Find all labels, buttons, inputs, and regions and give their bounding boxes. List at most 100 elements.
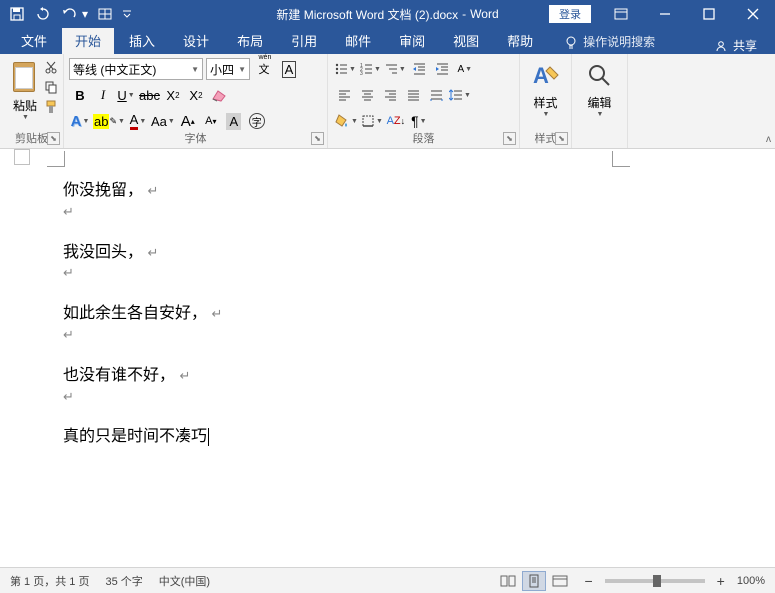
web-layout-icon[interactable] (548, 571, 572, 591)
table-icon[interactable] (94, 3, 116, 25)
tab-help[interactable]: 帮助 (494, 27, 546, 54)
underline-button[interactable]: U▼ (115, 84, 137, 106)
app-name: Word (470, 7, 498, 21)
tab-view[interactable]: 视图 (440, 27, 492, 54)
tab-selector[interactable] (14, 149, 30, 165)
paste-button[interactable]: 粘贴 ▼ (5, 59, 45, 121)
tab-references[interactable]: 引用 (278, 27, 330, 54)
styles-icon[interactable]: A (528, 58, 564, 94)
find-icon[interactable] (582, 58, 618, 94)
numbering-button[interactable]: 123▼ (358, 58, 382, 80)
word-count[interactable]: 35 个字 (105, 573, 142, 589)
font-name-combo[interactable]: 等线 (中文正文)▼ (69, 58, 203, 80)
chevron-down-icon: ▼ (543, 111, 550, 118)
document-body[interactable]: 你没挽留， ↵ ↵ 我没回头， ↵ ↵ 如此余生各自安好， ↵ ↵ 也没有谁不好… (63, 181, 222, 448)
align-right-icon[interactable] (379, 84, 401, 106)
minimize-icon[interactable] (643, 0, 687, 28)
text-line[interactable]: 真的只是时间不凑巧 (63, 428, 207, 445)
shrink-font-button[interactable]: A▾ (200, 110, 222, 132)
grow-font-button[interactable]: A▴ (177, 110, 199, 132)
show-marks-icon[interactable]: ¶▼ (408, 110, 430, 132)
chevron-down-icon: ▼ (238, 65, 246, 74)
copy-icon[interactable] (42, 78, 60, 96)
page-status[interactable]: 第 1 页，共 1 页 (10, 573, 89, 589)
editing-group: 编辑 ▼ (572, 54, 628, 148)
decrease-indent-icon[interactable] (408, 58, 430, 80)
clipboard-dialog-icon[interactable]: ⬊ (47, 132, 60, 145)
qat-customize-icon[interactable] (120, 3, 134, 25)
shading-button[interactable]: ▼ (333, 110, 359, 132)
close-icon[interactable] (731, 0, 775, 28)
align-left-icon[interactable] (333, 84, 355, 106)
justify-icon[interactable] (402, 84, 424, 106)
print-layout-icon[interactable] (522, 571, 546, 591)
font-size-combo[interactable]: 小四▼ (206, 58, 250, 80)
format-painter-icon[interactable] (42, 98, 60, 116)
zoom-level[interactable]: 100% (737, 575, 765, 587)
line-spacing-button[interactable]: ▼ (448, 84, 472, 106)
tab-home[interactable]: 开始 (62, 27, 114, 54)
zoom-thumb[interactable] (653, 575, 661, 587)
bullets-button[interactable]: ▼ (333, 58, 357, 80)
change-case-button[interactable]: Aa▼ (150, 110, 176, 132)
char-border-icon[interactable]: A (278, 58, 300, 80)
page-corner-right (612, 151, 630, 167)
phonetic-guide-icon[interactable]: 文wén (253, 58, 275, 80)
strikethrough-button[interactable]: abc (138, 84, 161, 106)
login-button[interactable]: 登录 (549, 5, 591, 23)
tab-insert[interactable]: 插入 (116, 27, 168, 54)
paragraph-dialog-icon[interactable]: ⬊ (503, 132, 516, 145)
tab-mailings[interactable]: 邮件 (332, 27, 384, 54)
distribute-icon[interactable] (425, 84, 447, 106)
paste-label: 粘贴 (13, 97, 37, 114)
clear-format-icon[interactable] (208, 84, 230, 106)
share-button[interactable]: 共享 (715, 37, 757, 54)
tell-me-search[interactable]: 操作说明搜索 (556, 29, 663, 54)
superscript-button[interactable]: X2 (185, 84, 207, 106)
paragraph-label: 段落 (328, 130, 519, 146)
borders-button[interactable]: ▼ (360, 110, 384, 132)
increase-indent-icon[interactable] (431, 58, 453, 80)
font-dialog-icon[interactable]: ⬊ (311, 132, 324, 145)
highlight-button[interactable]: ab✎▼ (92, 110, 126, 132)
align-center-icon[interactable] (356, 84, 378, 106)
ribbon-tabs: 文件 开始 插入 设计 布局 引用 邮件 审阅 视图 帮助 操作说明搜索 共享 (0, 28, 775, 54)
collapse-ribbon-icon[interactable]: ʌ (766, 134, 771, 145)
svg-text:A: A (533, 63, 549, 88)
repeat-icon[interactable] (32, 3, 54, 25)
ribbon-options-icon[interactable] (599, 0, 643, 28)
cut-icon[interactable] (42, 58, 60, 76)
undo-icon[interactable] (58, 3, 80, 25)
subscript-button[interactable]: X2 (162, 84, 184, 106)
enclose-char-icon[interactable]: 字 (246, 110, 268, 132)
text-line[interactable]: 如此余生各自安好， (63, 305, 207, 322)
tab-layout[interactable]: 布局 (224, 27, 276, 54)
language-status[interactable]: 中文(中国) (159, 573, 210, 589)
chevron-down-icon: ▼ (22, 114, 29, 121)
text-line[interactable]: 也没有谁不好， (63, 367, 175, 384)
tab-design[interactable]: 设计 (170, 27, 222, 54)
text-line[interactable]: 我没回头， (63, 244, 143, 261)
tab-file[interactable]: 文件 (8, 27, 60, 54)
tab-review[interactable]: 审阅 (386, 27, 438, 54)
italic-button[interactable]: I (92, 84, 114, 106)
bold-button[interactable]: B (69, 84, 91, 106)
read-mode-icon[interactable] (496, 571, 520, 591)
sort-icon[interactable]: AZ↓ (385, 110, 407, 132)
undo-button[interactable]: ▾ (58, 3, 90, 25)
text-effects-button[interactable]: A▼ (69, 110, 91, 132)
multilevel-list-button[interactable]: ▼ (383, 58, 407, 80)
zoom-slider[interactable] (605, 579, 705, 583)
zoom-out-button[interactable]: − (580, 573, 596, 589)
text-line[interactable]: 你没挽留， (63, 182, 143, 199)
zoom-in-button[interactable]: + (713, 573, 729, 589)
asian-layout-button[interactable]: A▼ (454, 58, 476, 80)
font-color-button[interactable]: A▼ (127, 110, 149, 132)
maximize-icon[interactable] (687, 0, 731, 28)
save-icon[interactable] (6, 3, 28, 25)
document-area[interactable]: 你没挽留， ↵ ↵ 我没回头， ↵ ↵ 如此余生各自安好， ↵ ↵ 也没有谁不好… (0, 149, 775, 567)
page-corner-left (47, 151, 65, 167)
undo-dropdown-icon[interactable]: ▾ (80, 3, 90, 25)
char-shading-icon[interactable]: A (223, 110, 245, 132)
styles-dialog-icon[interactable]: ⬊ (555, 132, 568, 145)
